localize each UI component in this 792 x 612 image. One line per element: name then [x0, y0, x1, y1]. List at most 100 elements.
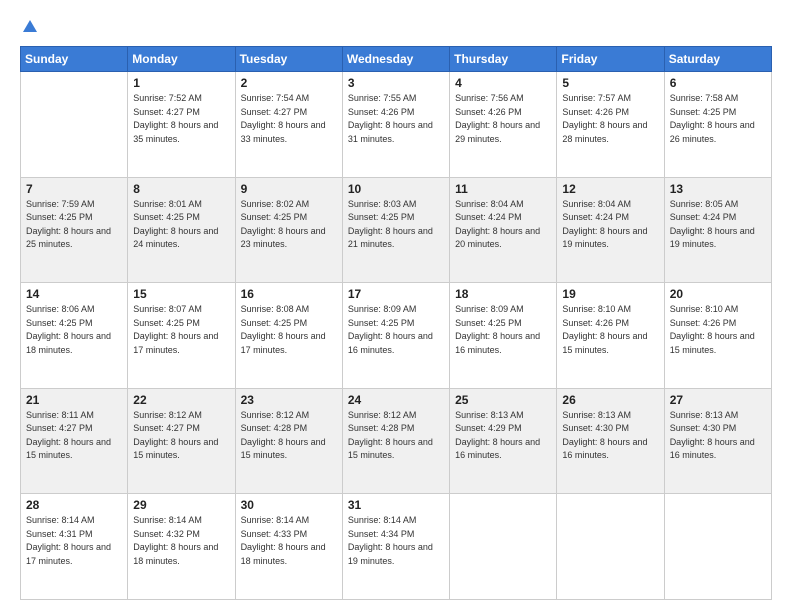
weekday-header-wednesday: Wednesday [342, 47, 449, 72]
day-info: Sunrise: 8:13 AMSunset: 4:30 PMDaylight:… [670, 409, 766, 463]
calendar-cell: 5Sunrise: 7:57 AMSunset: 4:26 PMDaylight… [557, 72, 664, 178]
calendar-cell: 27 Sunrise: 8:13 AMSunset: 4:30 PMDayligh… [664, 388, 771, 494]
calendar-cell: 24 Sunrise: 8:12 AMSunset: 4:28 PMDayligh… [342, 388, 449, 494]
calendar-week-row: 21 Sunrise: 8:11 AMSunset: 4:27 PMDayligh… [21, 388, 772, 494]
day-info: Sunrise: 8:04 AMSunset: 4:24 PMDaylight:… [455, 198, 551, 252]
day-number: 7 [26, 182, 122, 196]
calendar-cell: 13 Sunrise: 8:05 AMSunset: 4:24 PMDayligh… [664, 177, 771, 283]
day-info: Sunrise: 8:12 AMSunset: 4:28 PMDaylight:… [348, 409, 444, 463]
day-info: Sunrise: 8:13 AMSunset: 4:29 PMDaylight:… [455, 409, 551, 463]
day-number: 3 [348, 76, 444, 90]
day-info: Sunrise: 8:13 AMSunset: 4:30 PMDaylight:… [562, 409, 658, 463]
calendar-cell: 17 Sunrise: 8:09 AMSunset: 4:25 PMDayligh… [342, 283, 449, 389]
day-number: 21 [26, 393, 122, 407]
calendar-cell: 1 Sunrise: 7:52 AMSunset: 4:27 PMDaylight… [128, 72, 235, 178]
calendar-cell: 9Sunrise: 8:02 AMSunset: 4:25 PMDaylight… [235, 177, 342, 283]
calendar-cell: 22Sunrise: 8:12 AMSunset: 4:27 PMDayligh… [128, 388, 235, 494]
calendar-cell: 10 Sunrise: 8:03 AMSunset: 4:25 PMDayligh… [342, 177, 449, 283]
day-number: 16 [241, 287, 337, 301]
calendar-cell: 28 Sunrise: 8:14 AMSunset: 4:31 PMDayligh… [21, 494, 128, 600]
day-info: Sunrise: 7:59 AMSunset: 4:25 PMDaylight:… [26, 198, 122, 252]
header [20, 18, 772, 36]
day-number: 29 [133, 498, 229, 512]
day-number: 24 [348, 393, 444, 407]
day-info: Sunrise: 8:14 AMSunset: 4:31 PMDaylight:… [26, 514, 122, 568]
logo-icon [21, 18, 39, 36]
calendar-cell [664, 494, 771, 600]
day-number: 26 [562, 393, 658, 407]
day-number: 28 [26, 498, 122, 512]
calendar-cell: 11 Sunrise: 8:04 AMSunset: 4:24 PMDayligh… [450, 177, 557, 283]
day-number: 11 [455, 182, 551, 196]
day-info: Sunrise: 8:04 AMSunset: 4:24 PMDaylight:… [562, 198, 658, 252]
calendar-cell: 3 Sunrise: 7:55 AMSunset: 4:26 PMDaylight… [342, 72, 449, 178]
weekday-header-thursday: Thursday [450, 47, 557, 72]
weekday-header-tuesday: Tuesday [235, 47, 342, 72]
day-number: 27 [670, 393, 766, 407]
calendar-week-row: 28 Sunrise: 8:14 AMSunset: 4:31 PMDayligh… [21, 494, 772, 600]
calendar-cell: 30Sunrise: 8:14 AMSunset: 4:33 PMDayligh… [235, 494, 342, 600]
day-info: Sunrise: 8:11 AMSunset: 4:27 PMDaylight:… [26, 409, 122, 463]
day-number: 6 [670, 76, 766, 90]
day-info: Sunrise: 8:10 AMSunset: 4:26 PMDaylight:… [670, 303, 766, 357]
calendar-cell: 18 Sunrise: 8:09 AMSunset: 4:25 PMDayligh… [450, 283, 557, 389]
day-info: Sunrise: 8:08 AMSunset: 4:25 PMDaylight:… [241, 303, 337, 357]
day-info: Sunrise: 7:56 AMSunset: 4:26 PMDaylight:… [455, 92, 551, 146]
weekday-header-sunday: Sunday [21, 47, 128, 72]
day-info: Sunrise: 8:10 AMSunset: 4:26 PMDaylight:… [562, 303, 658, 357]
calendar-cell: 26 Sunrise: 8:13 AMSunset: 4:30 PMDayligh… [557, 388, 664, 494]
calendar-cell: 20Sunrise: 8:10 AMSunset: 4:26 PMDayligh… [664, 283, 771, 389]
day-info: Sunrise: 7:58 AMSunset: 4:25 PMDaylight:… [670, 92, 766, 146]
day-number: 23 [241, 393, 337, 407]
day-info: Sunrise: 8:07 AMSunset: 4:25 PMDaylight:… [133, 303, 229, 357]
day-info: Sunrise: 7:55 AMSunset: 4:26 PMDaylight:… [348, 92, 444, 146]
day-info: Sunrise: 8:05 AMSunset: 4:24 PMDaylight:… [670, 198, 766, 252]
weekday-header-monday: Monday [128, 47, 235, 72]
day-info: Sunrise: 8:14 AMSunset: 4:32 PMDaylight:… [133, 514, 229, 568]
calendar-cell: 23 Sunrise: 8:12 AMSunset: 4:28 PMDayligh… [235, 388, 342, 494]
day-number: 19 [562, 287, 658, 301]
day-info: Sunrise: 8:09 AMSunset: 4:25 PMDaylight:… [455, 303, 551, 357]
weekday-header-friday: Friday [557, 47, 664, 72]
day-info: Sunrise: 8:06 AMSunset: 4:25 PMDaylight:… [26, 303, 122, 357]
weekday-header-saturday: Saturday [664, 47, 771, 72]
calendar-cell: 6 Sunrise: 7:58 AMSunset: 4:25 PMDaylight… [664, 72, 771, 178]
day-number: 1 [133, 76, 229, 90]
logo [20, 18, 40, 36]
day-info: Sunrise: 7:54 AMSunset: 4:27 PMDaylight:… [241, 92, 337, 146]
day-info: Sunrise: 8:03 AMSunset: 4:25 PMDaylight:… [348, 198, 444, 252]
calendar-cell [557, 494, 664, 600]
day-info: Sunrise: 8:09 AMSunset: 4:25 PMDaylight:… [348, 303, 444, 357]
day-number: 2 [241, 76, 337, 90]
calendar-cell: 8 Sunrise: 8:01 AMSunset: 4:25 PMDaylight… [128, 177, 235, 283]
calendar-cell [450, 494, 557, 600]
weekday-header-row: SundayMondayTuesdayWednesdayThursdayFrid… [21, 47, 772, 72]
day-info: Sunrise: 7:52 AMSunset: 4:27 PMDaylight:… [133, 92, 229, 146]
day-info: Sunrise: 8:02 AMSunset: 4:25 PMDaylight:… [241, 198, 337, 252]
calendar-cell: 4 Sunrise: 7:56 AMSunset: 4:26 PMDaylight… [450, 72, 557, 178]
day-number: 12 [562, 182, 658, 196]
calendar-cell: 19 Sunrise: 8:10 AMSunset: 4:26 PMDayligh… [557, 283, 664, 389]
day-info: Sunrise: 8:12 AMSunset: 4:28 PMDaylight:… [241, 409, 337, 463]
day-number: 13 [670, 182, 766, 196]
day-info: Sunrise: 8:14 AMSunset: 4:34 PMDaylight:… [348, 514, 444, 568]
calendar-cell: 2 Sunrise: 7:54 AMSunset: 4:27 PMDaylight… [235, 72, 342, 178]
day-info: Sunrise: 8:01 AMSunset: 4:25 PMDaylight:… [133, 198, 229, 252]
day-info: Sunrise: 8:12 AMSunset: 4:27 PMDaylight:… [133, 409, 229, 463]
day-number: 14 [26, 287, 122, 301]
calendar-cell [21, 72, 128, 178]
calendar-week-row: 14 Sunrise: 8:06 AMSunset: 4:25 PMDayligh… [21, 283, 772, 389]
day-number: 8 [133, 182, 229, 196]
calendar-cell: 15Sunrise: 8:07 AMSunset: 4:25 PMDayligh… [128, 283, 235, 389]
calendar-cell: 21 Sunrise: 8:11 AMSunset: 4:27 PMDayligh… [21, 388, 128, 494]
day-number: 4 [455, 76, 551, 90]
calendar-cell: 14 Sunrise: 8:06 AMSunset: 4:25 PMDayligh… [21, 283, 128, 389]
day-number: 17 [348, 287, 444, 301]
calendar-week-row: 1 Sunrise: 7:52 AMSunset: 4:27 PMDaylight… [21, 72, 772, 178]
day-number: 30 [241, 498, 337, 512]
day-number: 10 [348, 182, 444, 196]
day-number: 25 [455, 393, 551, 407]
calendar-cell: 29 Sunrise: 8:14 AMSunset: 4:32 PMDayligh… [128, 494, 235, 600]
day-number: 18 [455, 287, 551, 301]
calendar-cell: 12 Sunrise: 8:04 AMSunset: 4:24 PMDayligh… [557, 177, 664, 283]
